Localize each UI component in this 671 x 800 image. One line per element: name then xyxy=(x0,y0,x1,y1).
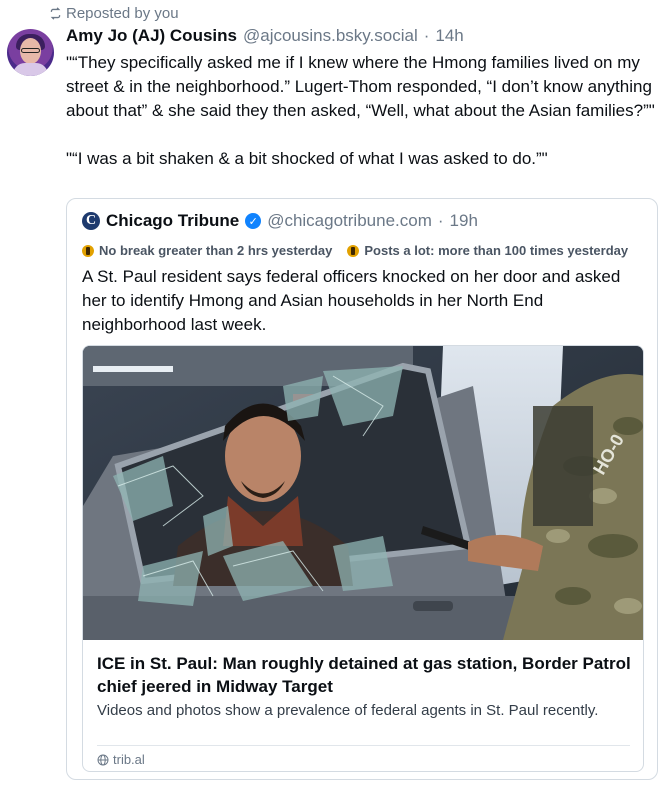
repost-indicator: Reposted by you xyxy=(49,5,179,22)
author-name[interactable]: Amy Jo (AJ) Cousins xyxy=(66,26,237,46)
moderation-label-icon xyxy=(347,244,360,257)
author-avatar[interactable] xyxy=(7,29,54,76)
quoted-meta-separator: · xyxy=(437,211,444,230)
quoted-post-time[interactable]: 19h xyxy=(450,211,478,231)
moderation-label-icon xyxy=(82,244,94,257)
link-preview-title[interactable]: ICE in St. Paul: Man roughly detained at… xyxy=(97,652,632,698)
author-handle[interactable]: @ajcousins.bsky.social xyxy=(243,26,418,46)
globe-icon xyxy=(97,754,109,765)
link-preview-image: HO-0 xyxy=(83,346,643,640)
quoted-author-handle[interactable]: @chicagotribune.com xyxy=(267,211,432,231)
quoted-post-text: A St. Paul resident says federal officer… xyxy=(82,267,621,334)
link-domain-text: trib.al xyxy=(113,752,145,767)
moderation-labels: No break greater than 2 hrs yesterday Po… xyxy=(82,243,628,258)
chicago-tribune-logo: C xyxy=(82,212,100,230)
moderation-label-text: No break greater than 2 hrs yesterday xyxy=(99,243,333,258)
meta-separator: · xyxy=(423,26,430,45)
link-preview-divider xyxy=(97,745,630,746)
post-text-paragraph-1: "“They specifically asked me if I knew w… xyxy=(66,53,655,120)
moderation-label-text: Posts a lot: more than 100 times yesterd… xyxy=(364,243,629,258)
quoted-post[interactable]: C Chicago Tribune ✓ @chicagotribune.com … xyxy=(66,198,658,780)
post-header: Amy Jo (AJ) Cousins @ajcousins.bsky.soci… xyxy=(66,26,464,46)
moderation-label[interactable]: Posts a lot: more than 100 times yesterd… xyxy=(347,243,628,258)
repost-icon xyxy=(50,7,61,20)
post-text-paragraph-2: "“I was a bit shaken & a bit shocked of … xyxy=(66,149,548,168)
post-text: "“They specifically asked me if I knew w… xyxy=(66,51,662,171)
moderation-label[interactable]: No break greater than 2 hrs yesterday xyxy=(82,243,332,258)
post-time[interactable]: 14h xyxy=(435,26,463,46)
link-preview-description: Videos and photos show a prevalence of f… xyxy=(97,702,599,719)
link-preview-domain[interactable]: trib.al xyxy=(97,752,145,767)
verified-check-icon: ✓ xyxy=(245,213,262,229)
quoted-author-name[interactable]: Chicago Tribune xyxy=(106,211,239,231)
quoted-post-header: C Chicago Tribune ✓ @chicagotribune.com … xyxy=(82,211,478,231)
link-preview-card[interactable]: HO-0 ICE in St. Paul: Man roughly detain… xyxy=(82,345,644,772)
repost-label: Reposted by you xyxy=(66,5,179,22)
